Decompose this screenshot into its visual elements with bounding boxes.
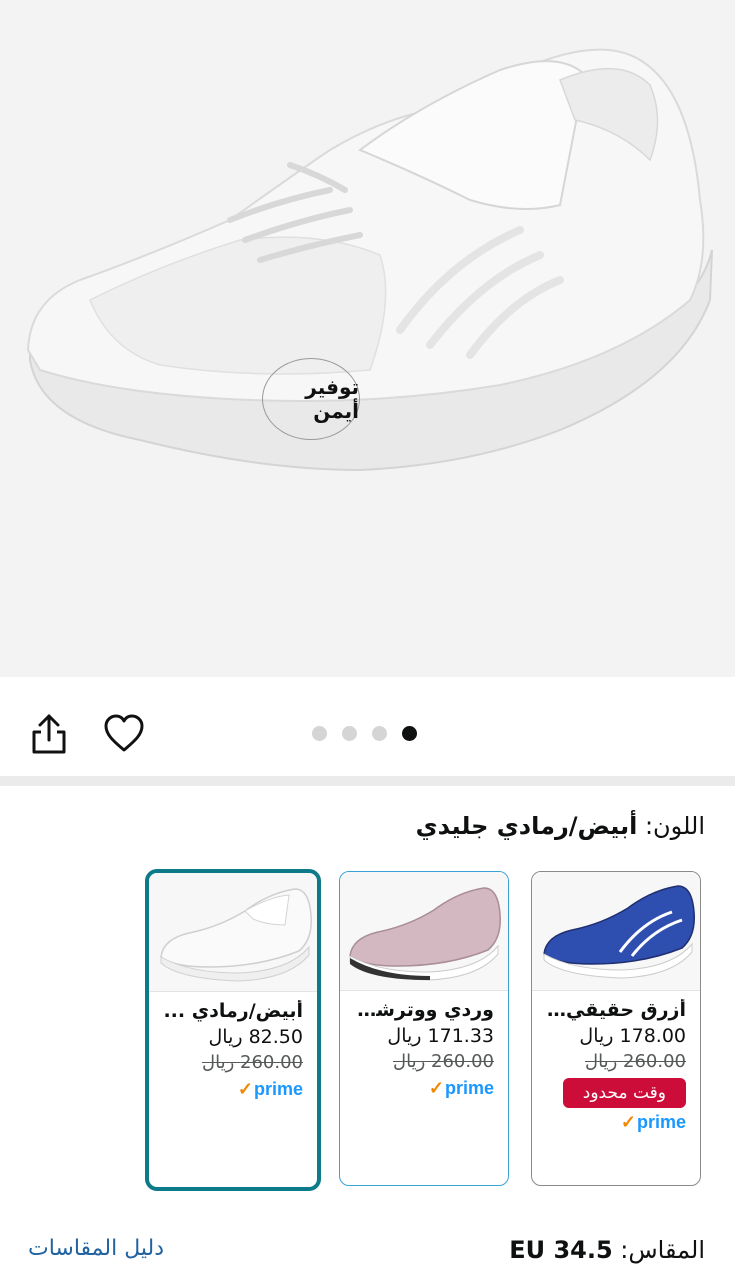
color-label: اللون: [644, 812, 705, 840]
heart-icon [104, 714, 144, 752]
variant-card[interactable]: وردي ووترشير ... 171.33 ريال 260.00 ريال… [339, 871, 509, 1186]
prime-check-icon: ✓ [428, 1078, 444, 1098]
product-image[interactable]: توفير أيمن [0, 0, 735, 677]
variant-name: أبيض/رمادي ... [163, 1000, 303, 1022]
section-divider [0, 776, 735, 786]
image-pagination[interactable] [312, 726, 417, 741]
variant-image [149, 873, 317, 992]
variant-price: 171.33 ريال [387, 1025, 494, 1047]
shoe-illustration [26, 48, 713, 472]
variant-old-price: 260.00 ريال [393, 1051, 494, 1072]
share-button[interactable] [28, 712, 70, 756]
limited-time-badge: وقت محدود [562, 1078, 686, 1108]
color-selection: اللون: أبيض/رمادي جليدي [416, 812, 705, 840]
variant-card[interactable]: أزرق حقيقي/أ... 178.00 ريال 260.00 ريال … [531, 871, 701, 1186]
variant-price: 178.00 ريال [579, 1025, 686, 1047]
size-guide-link[interactable]: دليل المقاسات [28, 1236, 164, 1261]
prime-label: prime [444, 1078, 494, 1098]
size-value: EU 34.5 [509, 1236, 613, 1264]
variant-image [532, 872, 700, 991]
pagination-dot-active[interactable] [402, 726, 417, 741]
page-edge [735, 0, 753, 1280]
share-icon [32, 714, 66, 754]
prime-label: prime [636, 1112, 686, 1132]
pagination-dot[interactable] [372, 726, 387, 741]
prime-check-icon: ✓ [620, 1112, 636, 1132]
watermark: توفير أيمن [262, 358, 360, 440]
variant-old-price: 260.00 ريال [585, 1051, 686, 1072]
shoe-thumbnail [543, 885, 695, 979]
shoe-thumbnail [160, 888, 312, 982]
color-value: أبيض/رمادي جليدي [415, 812, 638, 840]
prime-label: prime [253, 1079, 303, 1099]
size-label: المقاس: [620, 1236, 705, 1264]
variant-price: 82.50 ريال [208, 1026, 303, 1048]
variant-name: وردي ووترشير ... [354, 999, 494, 1021]
prime-badge: ✓prime [354, 1078, 494, 1099]
prime-check-icon: ✓ [237, 1079, 253, 1099]
variant-name: أزرق حقيقي/أ... [546, 999, 686, 1021]
variant-old-price: 260.00 ريال [202, 1052, 303, 1073]
variant-card-selected[interactable]: أبيض/رمادي ... 82.50 ريال 260.00 ريال ✓p… [145, 869, 321, 1191]
prime-badge: ✓prime [163, 1079, 303, 1100]
size-selection[interactable]: المقاس: EU 34.5 [509, 1236, 705, 1264]
variant-image [340, 872, 508, 991]
pagination-dot[interactable] [312, 726, 327, 741]
shoe-thumbnail [349, 887, 501, 981]
pagination-dot[interactable] [342, 726, 357, 741]
prime-badge: ✓prime [546, 1112, 686, 1133]
wishlist-button[interactable] [102, 712, 146, 756]
